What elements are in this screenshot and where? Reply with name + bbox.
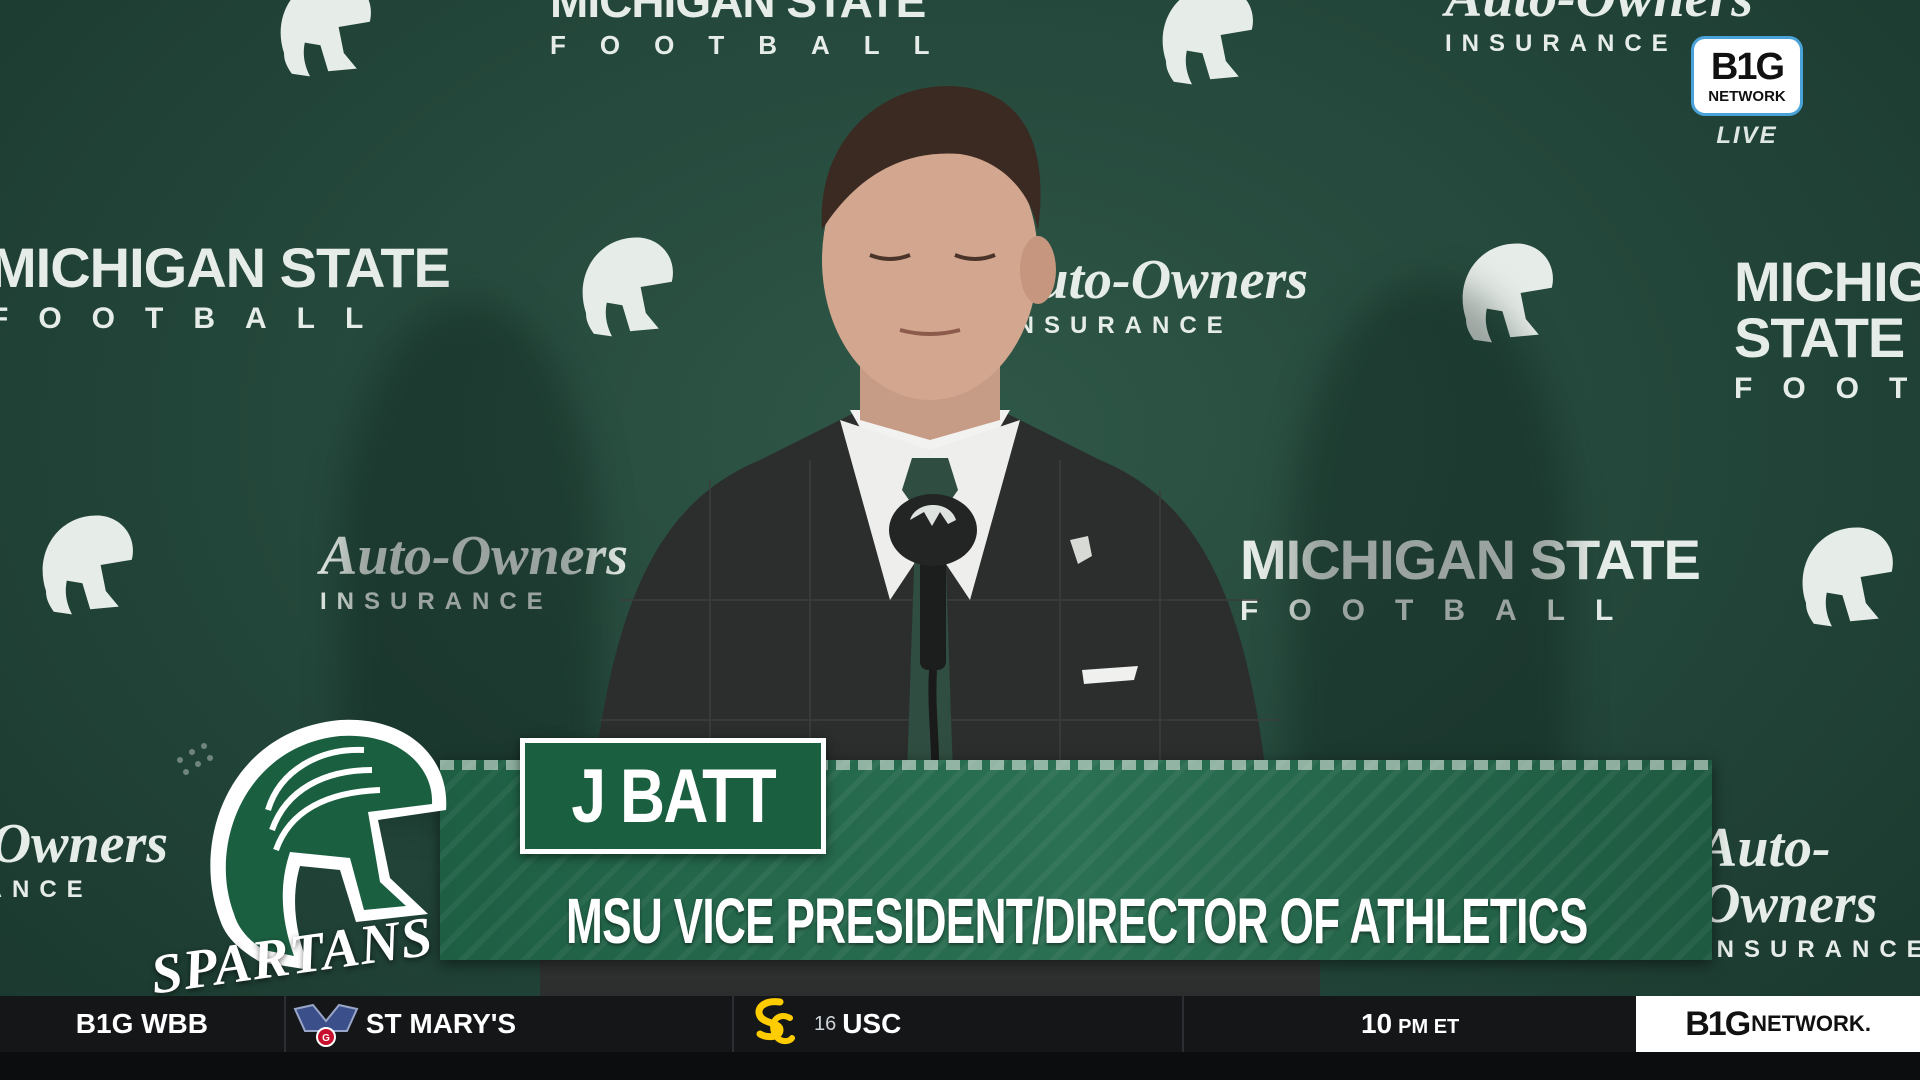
ticker-bottom-bar	[0, 1052, 1920, 1080]
score-ticker: B1G WBB G ST MARY'S 16 USC 10 PM ET B1G N…	[0, 996, 1920, 1052]
spartan-helmet-icon	[1780, 512, 1910, 642]
ticker-brand-text: NETWORK.	[1751, 1011, 1871, 1036]
saint-marys-logo-icon: G	[286, 996, 366, 1052]
b1g-network-logo: B1G NETWORK	[1691, 36, 1803, 116]
ticker-time-suffix: PM ET	[1398, 1016, 1460, 1038]
spartan-helmet-icon	[20, 500, 150, 630]
backdrop-sponsor-logo: Auto-Owners INSURANCE	[0, 813, 169, 903]
ticker-team-away: G ST MARY'S	[286, 996, 734, 1052]
backdrop-msu-logo: MICHIGAN STATE FOOTBALL	[550, 0, 964, 60]
spartan-helmet-icon	[258, 0, 388, 92]
lower-third-name-box: J BATT	[520, 738, 826, 854]
ticker-team-home-name: USC	[842, 1008, 902, 1039]
bug-logo-text: B1G	[1710, 45, 1785, 88]
ticker-league: B1G WBB	[0, 996, 286, 1052]
ticker-team-away-name: ST MARY'S	[365, 1008, 517, 1039]
ticker-time-hour: 10	[1360, 1008, 1393, 1039]
network-live-bug: B1G NETWORK LIVE	[1688, 36, 1806, 150]
speaker-title: MSU VICE PRESIDENT/DIRECTOR OF ATHLETICS	[566, 885, 1588, 957]
live-indicator: LIVE	[1716, 122, 1778, 149]
backdrop-msu-logo: MICHIGAN STATE FOOTBALL	[1734, 250, 1920, 405]
ticker-game-time: 10 PM ET	[1184, 1008, 1636, 1040]
ticker-team-home: 16 USC	[734, 996, 1185, 1052]
ticker-team-home-rank: 16	[813, 1012, 837, 1035]
bug-network-text: NETWORK	[1708, 87, 1786, 105]
speaker-name: J BATT	[571, 753, 776, 839]
ticker-b1g-network-logo: B1G NETWORK.	[1636, 996, 1920, 1052]
svg-text:G: G	[322, 1033, 330, 1044]
ticker-brand-logo: B1G	[1685, 1004, 1751, 1043]
backdrop-sponsor-logo: Auto-Owners INSURANCE	[1700, 817, 1920, 963]
usc-sc-logo-icon	[734, 996, 814, 1052]
backdrop-msu-logo: MICHIGAN STATE FOOTBALL	[0, 236, 451, 335]
